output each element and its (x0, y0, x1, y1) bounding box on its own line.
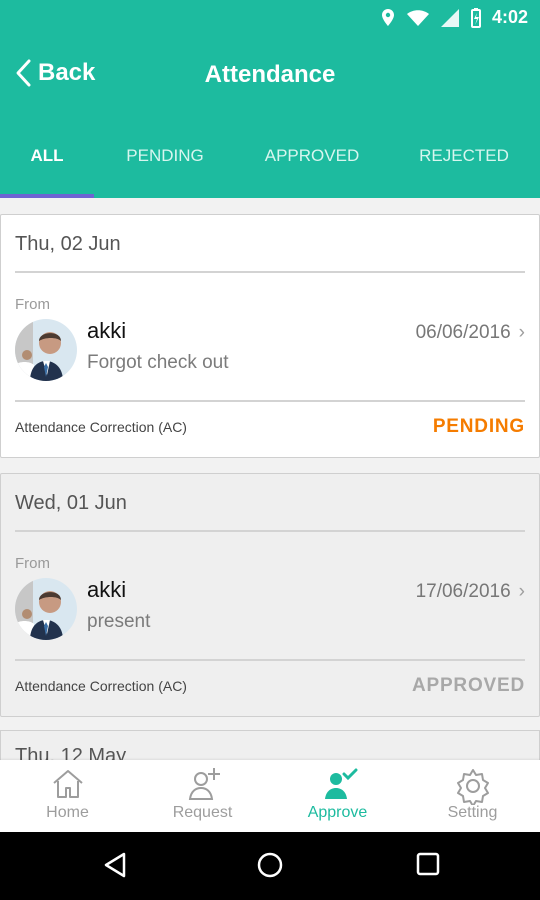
nav-label: Approve (307, 804, 368, 821)
nav-setting[interactable]: Setting (405, 760, 540, 832)
app-bar: 4:02 Back Attendance ALL PENDING APPROVE… (0, 0, 540, 198)
nav-label: Setting (447, 804, 498, 821)
tab-label: PENDING (126, 146, 204, 165)
gear-icon (456, 769, 489, 805)
add-person-icon (188, 768, 220, 800)
attendance-card[interactable]: Wed, 01 Jun From akki present 17/06/2016… (0, 473, 540, 717)
nav-label: Home (46, 804, 89, 821)
requester-name: akki (87, 577, 127, 602)
tab-label: REJECTED (419, 146, 509, 165)
approve-person-icon (324, 768, 357, 799)
home-icon (52, 770, 83, 798)
date-divider (15, 530, 525, 532)
recents-square-icon[interactable] (415, 851, 441, 877)
home-circle-icon[interactable] (256, 851, 284, 879)
requester-name: akki (87, 318, 127, 343)
tab-approved[interactable]: APPROVED (236, 114, 388, 198)
request-date[interactable]: 17/06/2016 › (416, 581, 525, 603)
page-title: Attendance (204, 61, 336, 88)
request-date-text: 06/06/2016 (415, 322, 511, 343)
signal-icon (440, 8, 459, 27)
nav-approve[interactable]: Approve (270, 760, 405, 832)
chevron-right-icon: › (518, 581, 525, 602)
nav-request[interactable]: Request (135, 760, 270, 832)
tab-label: APPROVED (264, 146, 360, 165)
wifi-icon (406, 9, 429, 26)
request-date-text: 17/06/2016 (415, 581, 511, 602)
request-reason: Forgot check out (87, 352, 229, 373)
chevron-right-icon: › (518, 322, 525, 343)
attendance-card-partial[interactable]: Thu, 12 May (0, 730, 540, 760)
toolbar: Back Attendance (0, 38, 540, 114)
footer-divider (15, 659, 525, 661)
attendance-list[interactable]: Thu, 02 Jun From akki Forgot check out 0… (0, 198, 540, 760)
avatar (15, 578, 77, 640)
request-date[interactable]: 06/06/2016 › (416, 322, 525, 344)
tab-label: ALL (30, 146, 64, 165)
avatar (15, 319, 77, 381)
back-triangle-icon[interactable] (101, 851, 129, 879)
status-approved: APPROVED (411, 675, 525, 696)
tab-rejected[interactable]: REJECTED (388, 114, 540, 198)
footer-divider (15, 400, 525, 402)
from-label: From (15, 555, 50, 572)
card-date: Thu, 02 Jun (15, 233, 121, 255)
nav-label: Request (172, 804, 233, 821)
tab-all[interactable]: ALL (0, 114, 94, 198)
request-type: Attendance Correction (AC) (15, 419, 187, 435)
date-divider (15, 271, 525, 273)
attendance-card[interactable]: Thu, 02 Jun From akki Forgot check out 0… (0, 214, 540, 458)
system-navigation-bar (0, 832, 540, 900)
request-reason: present (87, 611, 151, 632)
nav-home[interactable]: Home (0, 760, 135, 832)
status-pending: PENDING (432, 416, 525, 437)
card-date: Thu, 12 May (15, 745, 127, 760)
tab-pending[interactable]: PENDING (94, 114, 236, 198)
location-icon (381, 8, 394, 26)
request-type: Attendance Correction (AC) (15, 678, 187, 694)
status-icons: 4:02 (380, 7, 528, 28)
card-date: Wed, 01 Jun (15, 492, 127, 514)
status-bar: 4:02 (0, 0, 540, 38)
status-time: 4:02 (491, 7, 528, 27)
from-label: From (15, 296, 50, 313)
battery-icon (470, 7, 481, 28)
tab-bar: ALL PENDING APPROVED REJECTED (0, 114, 540, 198)
bottom-navigation: Home Request Approve Setting (0, 760, 540, 832)
